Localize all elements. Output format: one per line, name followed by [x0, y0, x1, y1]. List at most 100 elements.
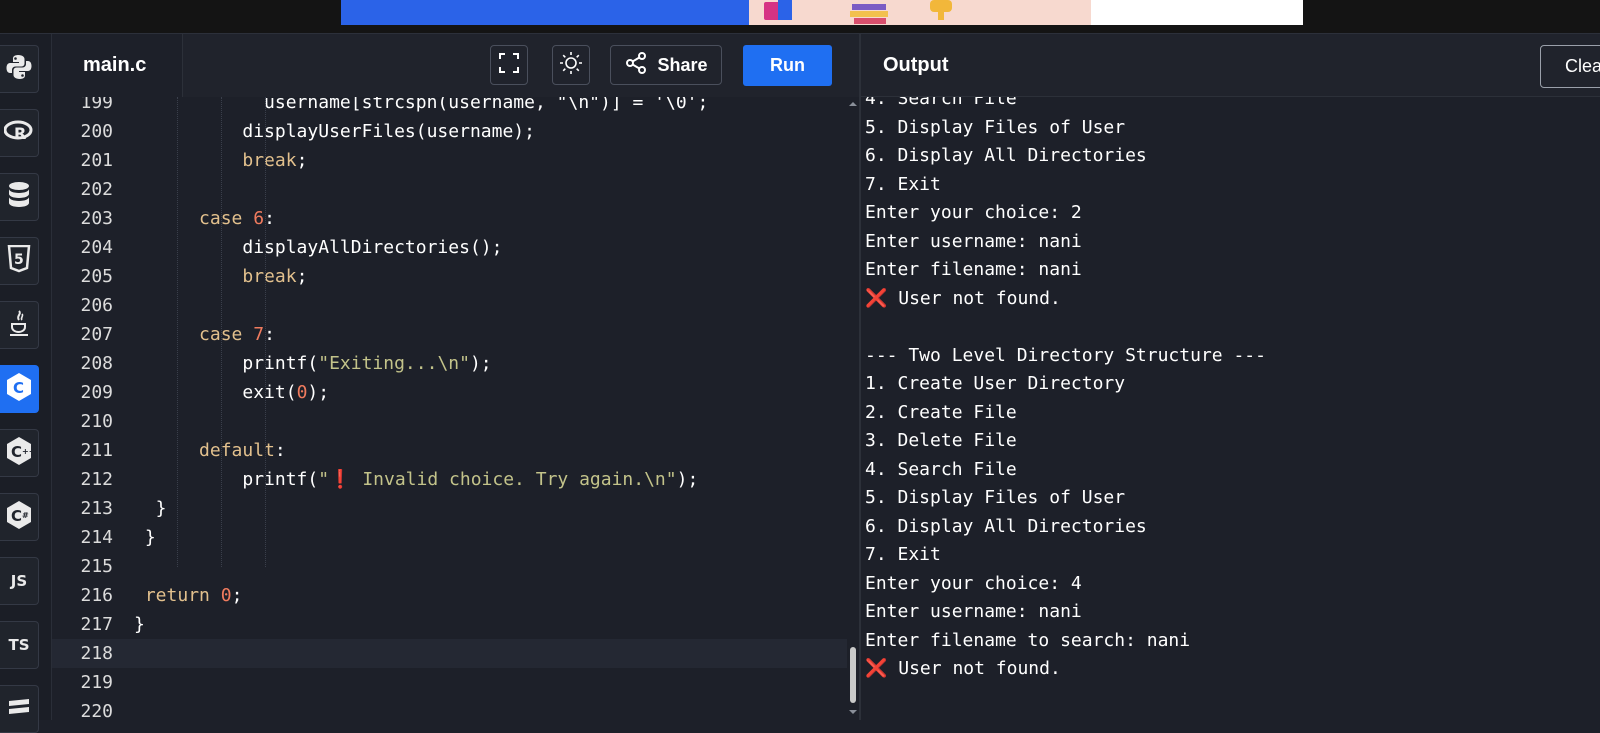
- code-token: }: [134, 614, 145, 635]
- svg-text:++: ++: [22, 447, 33, 456]
- code-text: printf("❗ Invalid choice. Try again.\n")…: [134, 465, 698, 494]
- code-token: }: [134, 527, 156, 548]
- code-token: displayUserFiles(username);: [134, 121, 535, 142]
- output-text: 6. Display All Directories: [865, 515, 1147, 537]
- cpp-letter: C: [11, 443, 22, 461]
- output-line: Enter filename to search: nani: [865, 626, 1190, 655]
- output-text: Enter filename to search: nani: [865, 629, 1191, 651]
- cross-mark-icon: ❌: [865, 658, 888, 679]
- output-line: 1. Create User Directory: [865, 369, 1125, 398]
- lang-javascript-button[interactable]: JS: [0, 557, 39, 605]
- output-line: Enter username: nani: [865, 597, 1082, 626]
- indent-guide: [221, 97, 222, 567]
- code-line[interactable]: 209 exit(0);: [52, 378, 847, 407]
- code-line[interactable]: 215: [52, 552, 847, 581]
- editor-scrollbar[interactable]: [847, 97, 859, 720]
- banner-bag-shape: [756, 0, 796, 25]
- lang-html-button[interactable]: 5: [0, 237, 39, 285]
- lang-r-button[interactable]: R: [0, 109, 39, 157]
- lang-sql-button[interactable]: [0, 173, 39, 221]
- line-number: 205: [80, 266, 113, 287]
- code-line[interactable]: 208 printf("Exiting...\n");: [52, 349, 847, 378]
- code-line[interactable]: 214 }: [52, 523, 847, 552]
- output-line: 6. Display All Directories: [865, 512, 1147, 541]
- output-line: 3. Delete File: [865, 426, 1017, 455]
- code-line[interactable]: 211 default:: [52, 436, 847, 465]
- java-icon: [7, 309, 31, 341]
- banner-trophy-shape: [916, 0, 966, 25]
- indent-guide: [177, 97, 178, 567]
- code-line[interactable]: 205 break;: [52, 262, 847, 291]
- output-text: Enter your choice: 4: [865, 572, 1082, 594]
- sun-icon: [559, 51, 583, 80]
- output-line: 4. Search File: [865, 97, 1017, 113]
- code-token: ": [318, 469, 330, 490]
- output-line: ❌ User not found.: [865, 284, 1061, 313]
- code-line[interactable]: 213 }: [52, 494, 847, 523]
- r-letter: R: [14, 124, 26, 143]
- share-label: Share: [657, 54, 708, 75]
- code-line[interactable]: 203 case 6:: [52, 204, 847, 233]
- file-tab-main-c[interactable]: main.c: [52, 34, 183, 97]
- c-letter: C: [13, 379, 24, 397]
- r-icon: R: [3, 119, 34, 147]
- code-text: }: [134, 494, 167, 523]
- code-line[interactable]: 210: [52, 407, 847, 436]
- code-token: );: [676, 469, 699, 490]
- code-line[interactable]: 201 break;: [52, 146, 847, 175]
- line-number: 209: [80, 382, 113, 403]
- typescript-icon: TS: [8, 636, 30, 654]
- output-text: 5. Display Files of User: [865, 487, 1126, 508]
- code-line[interactable]: 202: [52, 175, 847, 204]
- output-text: User not found.: [887, 287, 1061, 309]
- code-text: displayUserFiles(username);: [134, 117, 535, 146]
- line-number: 200: [80, 121, 113, 142]
- clear-button[interactable]: Clear: [1540, 45, 1600, 88]
- code-line[interactable]: 218: [52, 639, 847, 668]
- code-line[interactable]: 200 displayUserFiles(username);: [52, 117, 847, 146]
- code-line[interactable]: 219: [52, 668, 847, 697]
- editor-scrollbar-thumb[interactable]: [850, 647, 856, 703]
- code-line[interactable]: 212 printf("❗ Invalid choice. Try again.…: [52, 465, 847, 494]
- code-token: ;: [231, 585, 243, 606]
- output-line: 4. Search File: [865, 455, 1017, 484]
- code-editor[interactable]: 199 username[strcspn(username, "\n")] = …: [52, 97, 847, 720]
- code-line[interactable]: 220: [52, 697, 847, 720]
- code-line[interactable]: 199 username[strcspn(username, "\n")] = …: [52, 97, 847, 117]
- share-button[interactable]: Share: [610, 45, 722, 85]
- code-text: case 7:: [134, 320, 275, 349]
- code-text: exit(0);: [134, 378, 329, 407]
- lang-python-button[interactable]: [0, 45, 39, 93]
- code-token: Invalid choice. Try again.\n": [351, 469, 677, 490]
- share-icon: [624, 51, 648, 80]
- code-line[interactable]: 206: [52, 291, 847, 320]
- scroll-arrows: [849, 102, 857, 714]
- lang-more-button[interactable]: [0, 685, 39, 733]
- lang-csharp-button[interactable]: C #: [0, 493, 39, 541]
- line-number: 210: [80, 411, 113, 432]
- code-line[interactable]: 217}: [52, 610, 847, 639]
- code-line[interactable]: 204 displayAllDirectories();: [52, 233, 847, 262]
- lang-cpp-button[interactable]: C ++: [0, 429, 39, 477]
- lang-typescript-button[interactable]: TS: [0, 621, 39, 669]
- line-number: 219: [80, 672, 113, 693]
- output-text: 7. Exit: [865, 544, 941, 565]
- code-token: 0: [220, 585, 232, 606]
- output-text: 5. Display Files of User: [865, 116, 1126, 138]
- code-line[interactable]: 207 case 7:: [52, 320, 847, 349]
- output-text: 1. Create User Directory: [865, 373, 1126, 394]
- fullscreen-button[interactable]: [490, 45, 528, 85]
- line-number: 201: [80, 150, 113, 171]
- ad-banner[interactable]: [341, 0, 1303, 25]
- output-text: Enter username: nani: [865, 230, 1082, 252]
- code-line[interactable]: 216 return 0;: [52, 581, 847, 610]
- line-number: 206: [80, 295, 113, 316]
- line-number: 207: [80, 324, 113, 345]
- lang-c-button[interactable]: C: [0, 365, 39, 413]
- csharp-letter: C: [11, 507, 22, 525]
- run-button[interactable]: Run: [743, 45, 832, 86]
- lang-java-button[interactable]: [0, 301, 39, 349]
- fullscreen-icon: [498, 52, 520, 79]
- theme-toggle-button[interactable]: [552, 45, 590, 85]
